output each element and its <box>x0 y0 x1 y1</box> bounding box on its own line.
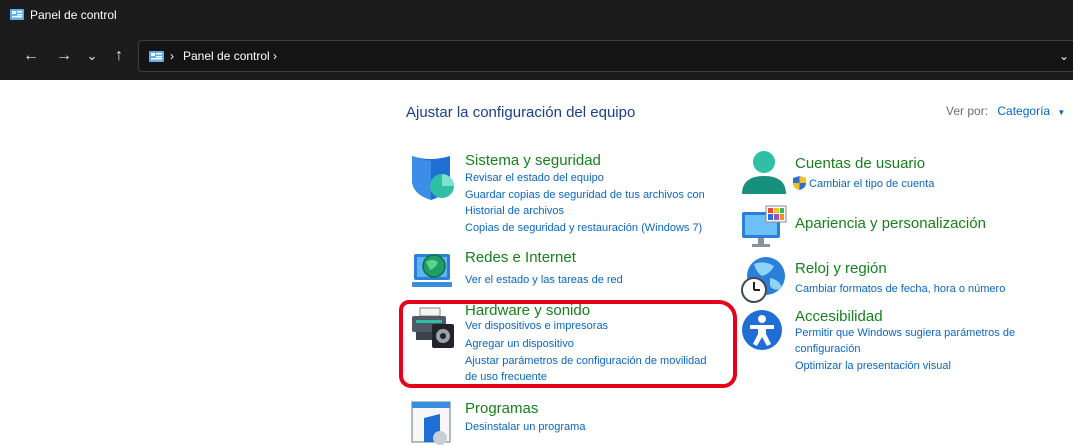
shield-icon[interactable] <box>410 154 458 202</box>
accessibility-icon[interactable] <box>740 306 788 354</box>
clock-globe-icon[interactable] <box>740 256 788 304</box>
uac-shield-icon <box>793 176 806 190</box>
category-clock-region: Reloj y región Cambiar formatos de fecha… <box>740 256 1060 304</box>
category-accessibility: Accesibilidad Permitir que Windows sugie… <box>740 306 1070 376</box>
page-title: Ajustar la configuración del equipo <box>406 104 636 121</box>
link-check-computer-status[interactable]: Revisar el estado del equipo <box>465 172 604 184</box>
address-bar[interactable]: › Panel de control › ⌄ <box>138 40 1073 72</box>
monitor-appearance-icon[interactable] <box>740 204 788 252</box>
link-network-status[interactable]: Ver el estado y las tareas de red <box>465 274 623 286</box>
view-by: Ver por: Categoría ▼ <box>946 104 1065 118</box>
category-appearance: Apariencia y personalización <box>740 204 1060 252</box>
link-change-account-type[interactable]: Cambiar el tipo de cuenta <box>809 178 934 190</box>
link-change-formats[interactable]: Cambiar formatos de fecha, hora o número <box>795 283 1005 295</box>
address-dropdown-button[interactable]: ⌄ <box>1059 49 1069 63</box>
category-title[interactable]: Reloj y región <box>795 260 887 277</box>
category-programs: Programas Desinstalar un programa <box>410 398 730 445</box>
breadcrumb-control-panel[interactable]: Panel de control <box>183 49 270 63</box>
link-backup-restore[interactable]: Copias de seguridad y restauración (Wind… <box>465 222 702 234</box>
link-optimize-display[interactable]: Optimizar la presentación visual <box>795 360 951 372</box>
caret-down-icon[interactable]: ▼ <box>1057 108 1065 117</box>
link-backup-files[interactable]: Guardar copias de seguridad de tus archi… <box>465 189 705 201</box>
view-by-dropdown[interactable]: Categoría <box>997 104 1050 118</box>
category-user-accounts: Cuentas de usuario Cambiar el tipo de cu… <box>740 150 1060 200</box>
category-title[interactable]: Sistema y seguridad <box>465 152 601 169</box>
title-bar: Panel de control <box>0 0 1073 30</box>
control-panel-icon <box>149 51 164 62</box>
breadcrumb-separator[interactable]: › <box>170 49 174 63</box>
red-annotation-outline <box>399 300 737 388</box>
link-suggest-settings[interactable]: Permitir que Windows sugiera parámetros … <box>795 327 1015 339</box>
view-by-label: Ver por: <box>946 104 989 118</box>
recent-locations-button[interactable]: ⌄ <box>83 48 101 66</box>
category-title[interactable]: Programas <box>465 400 538 417</box>
programs-icon[interactable] <box>410 398 458 446</box>
navigation-bar: ← → ⌄ ↑ › Panel de control › ⌄ <box>0 30 1073 80</box>
back-button[interactable]: ← <box>22 48 40 66</box>
category-title[interactable]: Apariencia y personalización <box>795 215 986 232</box>
category-title[interactable]: Redes e Internet <box>465 249 576 266</box>
forward-button[interactable]: → <box>55 48 73 66</box>
link-suggest-settings-cont[interactable]: configuración <box>795 343 860 355</box>
category-title[interactable]: Cuentas de usuario <box>795 155 925 172</box>
window-title: Panel de control <box>30 8 117 22</box>
control-panel-icon <box>10 9 24 20</box>
user-icon[interactable] <box>740 150 788 198</box>
breadcrumb-separator[interactable]: › <box>273 49 277 63</box>
category-system-security: Sistema y seguridad Revisar el estado de… <box>410 152 730 234</box>
network-globe-icon[interactable] <box>410 248 458 296</box>
category-title[interactable]: Accesibilidad <box>795 308 883 325</box>
link-file-history[interactable]: Historial de archivos <box>465 205 564 217</box>
category-network-internet: Redes e Internet Ver el estado y las tar… <box>410 248 730 296</box>
up-button[interactable]: ↑ <box>110 48 128 66</box>
link-uninstall-program[interactable]: Desinstalar un programa <box>465 421 585 433</box>
